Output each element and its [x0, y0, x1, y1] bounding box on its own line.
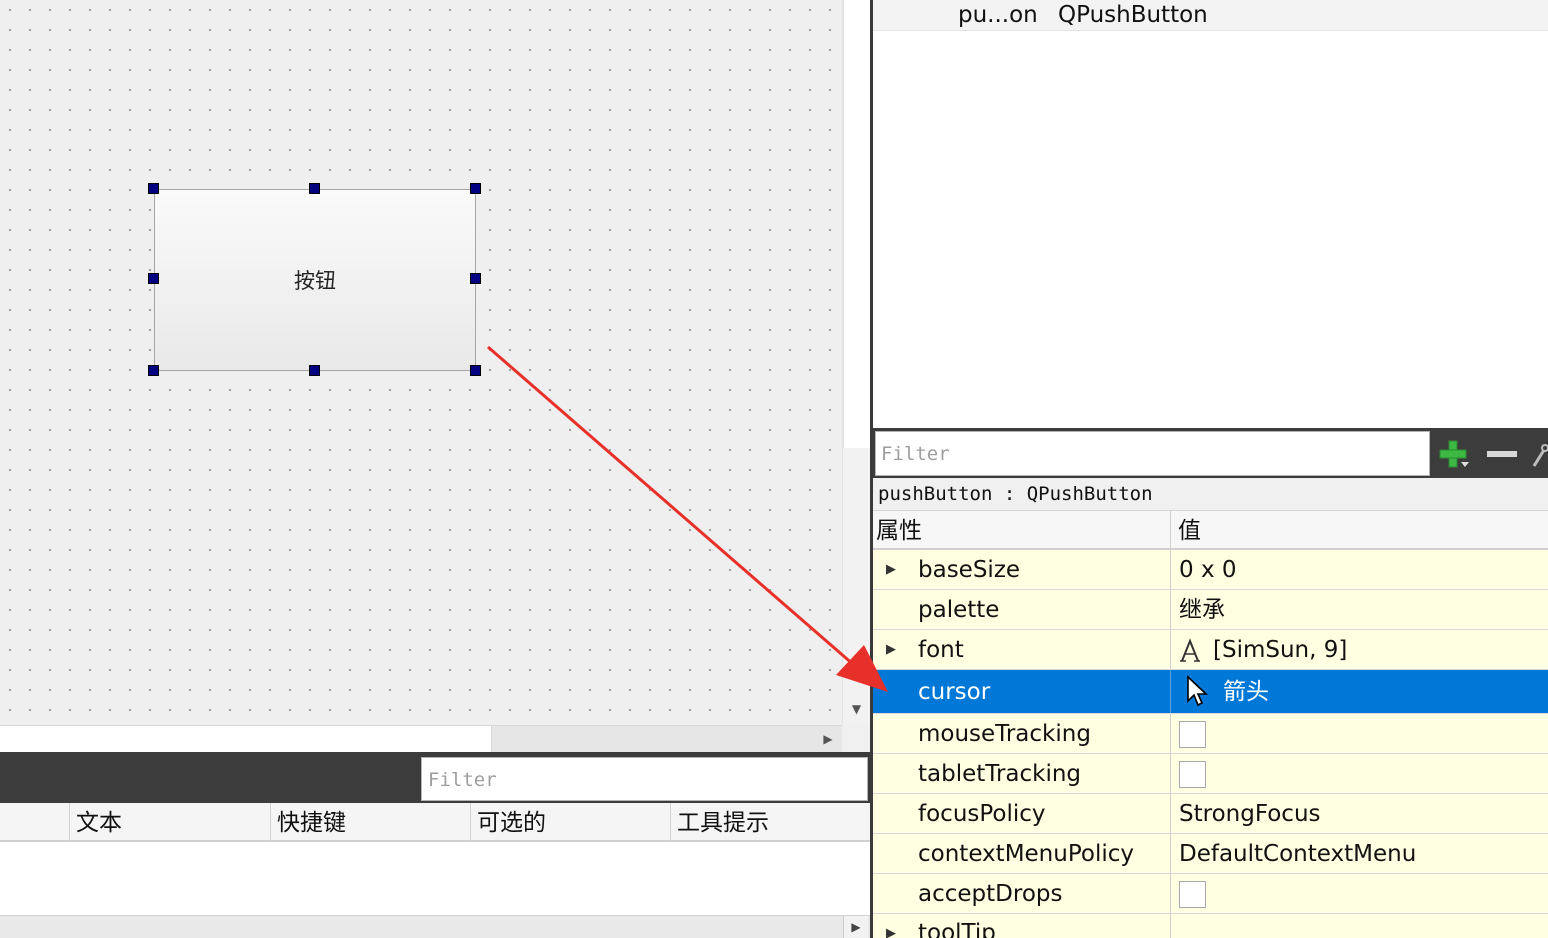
- property-row-font[interactable]: ▶ font [SimSun, 9]: [873, 630, 1548, 670]
- property-list[interactable]: ▶ baseSize 0 x 0 palette 继承 ▶ font [SimS…: [873, 550, 1548, 938]
- property-name: acceptDrops: [918, 881, 1063, 907]
- property-value[interactable]: StrongFocus: [1170, 794, 1548, 833]
- scroll-right-icon[interactable]: ▶: [843, 916, 868, 938]
- property-column-header[interactable]: 属性: [876, 511, 922, 551]
- property-row-contextmenupolicy[interactable]: contextMenuPolicy DefaultContextMenu: [873, 834, 1548, 874]
- resize-handle-bottom-left[interactable]: [148, 365, 159, 376]
- property-value: [1170, 714, 1548, 753]
- tablettracking-checkbox[interactable]: [1179, 761, 1206, 788]
- plus-icon[interactable]: [1437, 438, 1473, 472]
- action-list[interactable]: [0, 842, 870, 915]
- action-column-checkable[interactable]: 可选的: [470, 803, 670, 842]
- mousetracking-checkbox[interactable]: [1179, 721, 1206, 748]
- resize-handle-bottom-right[interactable]: [470, 365, 481, 376]
- scroll-right-icon[interactable]: ▶: [815, 726, 841, 752]
- property-row-mousetracking[interactable]: mouseTracking: [873, 714, 1548, 754]
- cursor-value-text: 箭头: [1223, 679, 1269, 705]
- property-row-cursor[interactable]: cursor 箭头: [873, 670, 1548, 714]
- property-value[interactable]: [SimSun, 9]: [1170, 630, 1548, 669]
- object-class: QPushButton: [1058, 2, 1208, 28]
- property-table-header: 属性 值: [873, 510, 1548, 550]
- minus-icon[interactable]: [1484, 438, 1520, 472]
- resize-handle-top[interactable]: [309, 183, 320, 194]
- resize-handle-left[interactable]: [148, 273, 159, 284]
- property-row-tooltip[interactable]: ▶ toolTip: [873, 914, 1548, 938]
- property-value[interactable]: 0 x 0: [1170, 550, 1548, 589]
- expand-arrow-icon[interactable]: ▶: [886, 914, 898, 938]
- action-horizontal-scrollbar[interactable]: [0, 915, 870, 938]
- property-row-tablettracking[interactable]: tabletTracking: [873, 754, 1548, 794]
- object-inspector-row[interactable]: pu...on QPushButton: [873, 0, 1548, 31]
- property-name: cursor: [918, 679, 991, 705]
- acceptdrops-checkbox[interactable]: [1179, 881, 1206, 908]
- property-name: contextMenuPolicy: [918, 841, 1134, 867]
- value-column-header[interactable]: 值: [1170, 511, 1201, 549]
- design-button-label: 按钮: [294, 269, 336, 293]
- font-value-text: [SimSun, 9]: [1213, 637, 1348, 663]
- resize-handle-top-left[interactable]: [148, 183, 159, 194]
- property-name: palette: [918, 597, 1000, 623]
- property-name: font: [918, 637, 964, 663]
- property-value[interactable]: [1170, 914, 1548, 938]
- expand-arrow-icon[interactable]: ▶: [886, 550, 898, 589]
- resize-handle-top-right[interactable]: [470, 183, 481, 194]
- action-filter-input[interactable]: Filter: [421, 757, 868, 801]
- scroll-down-icon[interactable]: ▼: [843, 695, 870, 723]
- property-row-focuspolicy[interactable]: focusPolicy StrongFocus: [873, 794, 1548, 834]
- resize-handle-bottom[interactable]: [309, 365, 320, 376]
- form-canvas[interactable]: 按钮: [0, 0, 842, 725]
- property-name: mouseTracking: [918, 721, 1091, 747]
- wrench-icon[interactable]: [1530, 438, 1548, 472]
- property-name: baseSize: [918, 557, 1021, 583]
- object-name: pu...on: [958, 2, 1038, 28]
- action-column-tooltip[interactable]: 工具提示: [670, 803, 870, 842]
- font-icon: [1180, 637, 1200, 662]
- property-value: [1170, 874, 1548, 913]
- action-column-shortcut[interactable]: 快捷键: [270, 803, 470, 842]
- expand-arrow-icon[interactable]: ▶: [886, 630, 898, 669]
- property-row-palette[interactable]: palette 继承: [873, 590, 1548, 630]
- property-name: focusPolicy: [918, 801, 1046, 827]
- canvas-vertical-scroll-thumb[interactable]: [843, 0, 870, 448]
- property-value[interactable]: DefaultContextMenu: [1170, 834, 1548, 873]
- design-push-button[interactable]: 按钮: [154, 189, 476, 371]
- property-value[interactable]: 继承: [1170, 590, 1548, 629]
- property-name: toolTip: [918, 920, 996, 938]
- property-value[interactable]: 箭头: [1170, 670, 1548, 713]
- property-row-acceptdrops[interactable]: acceptDrops: [873, 874, 1548, 914]
- property-name: tabletTracking: [918, 761, 1082, 787]
- object-inspector[interactable]: [873, 0, 1548, 428]
- resize-handle-right[interactable]: [470, 273, 481, 284]
- property-value: [1170, 754, 1548, 793]
- property-editor-object-label: pushButton : QPushButton: [873, 478, 1548, 510]
- property-row-basesize[interactable]: ▶ baseSize 0 x 0: [873, 550, 1548, 590]
- arrow-cursor-icon: [1187, 674, 1209, 706]
- property-filter-input[interactable]: Filter: [875, 431, 1430, 476]
- action-column-text[interactable]: 文本: [69, 803, 270, 842]
- canvas-horizontal-scroll-thumb[interactable]: [0, 726, 492, 752]
